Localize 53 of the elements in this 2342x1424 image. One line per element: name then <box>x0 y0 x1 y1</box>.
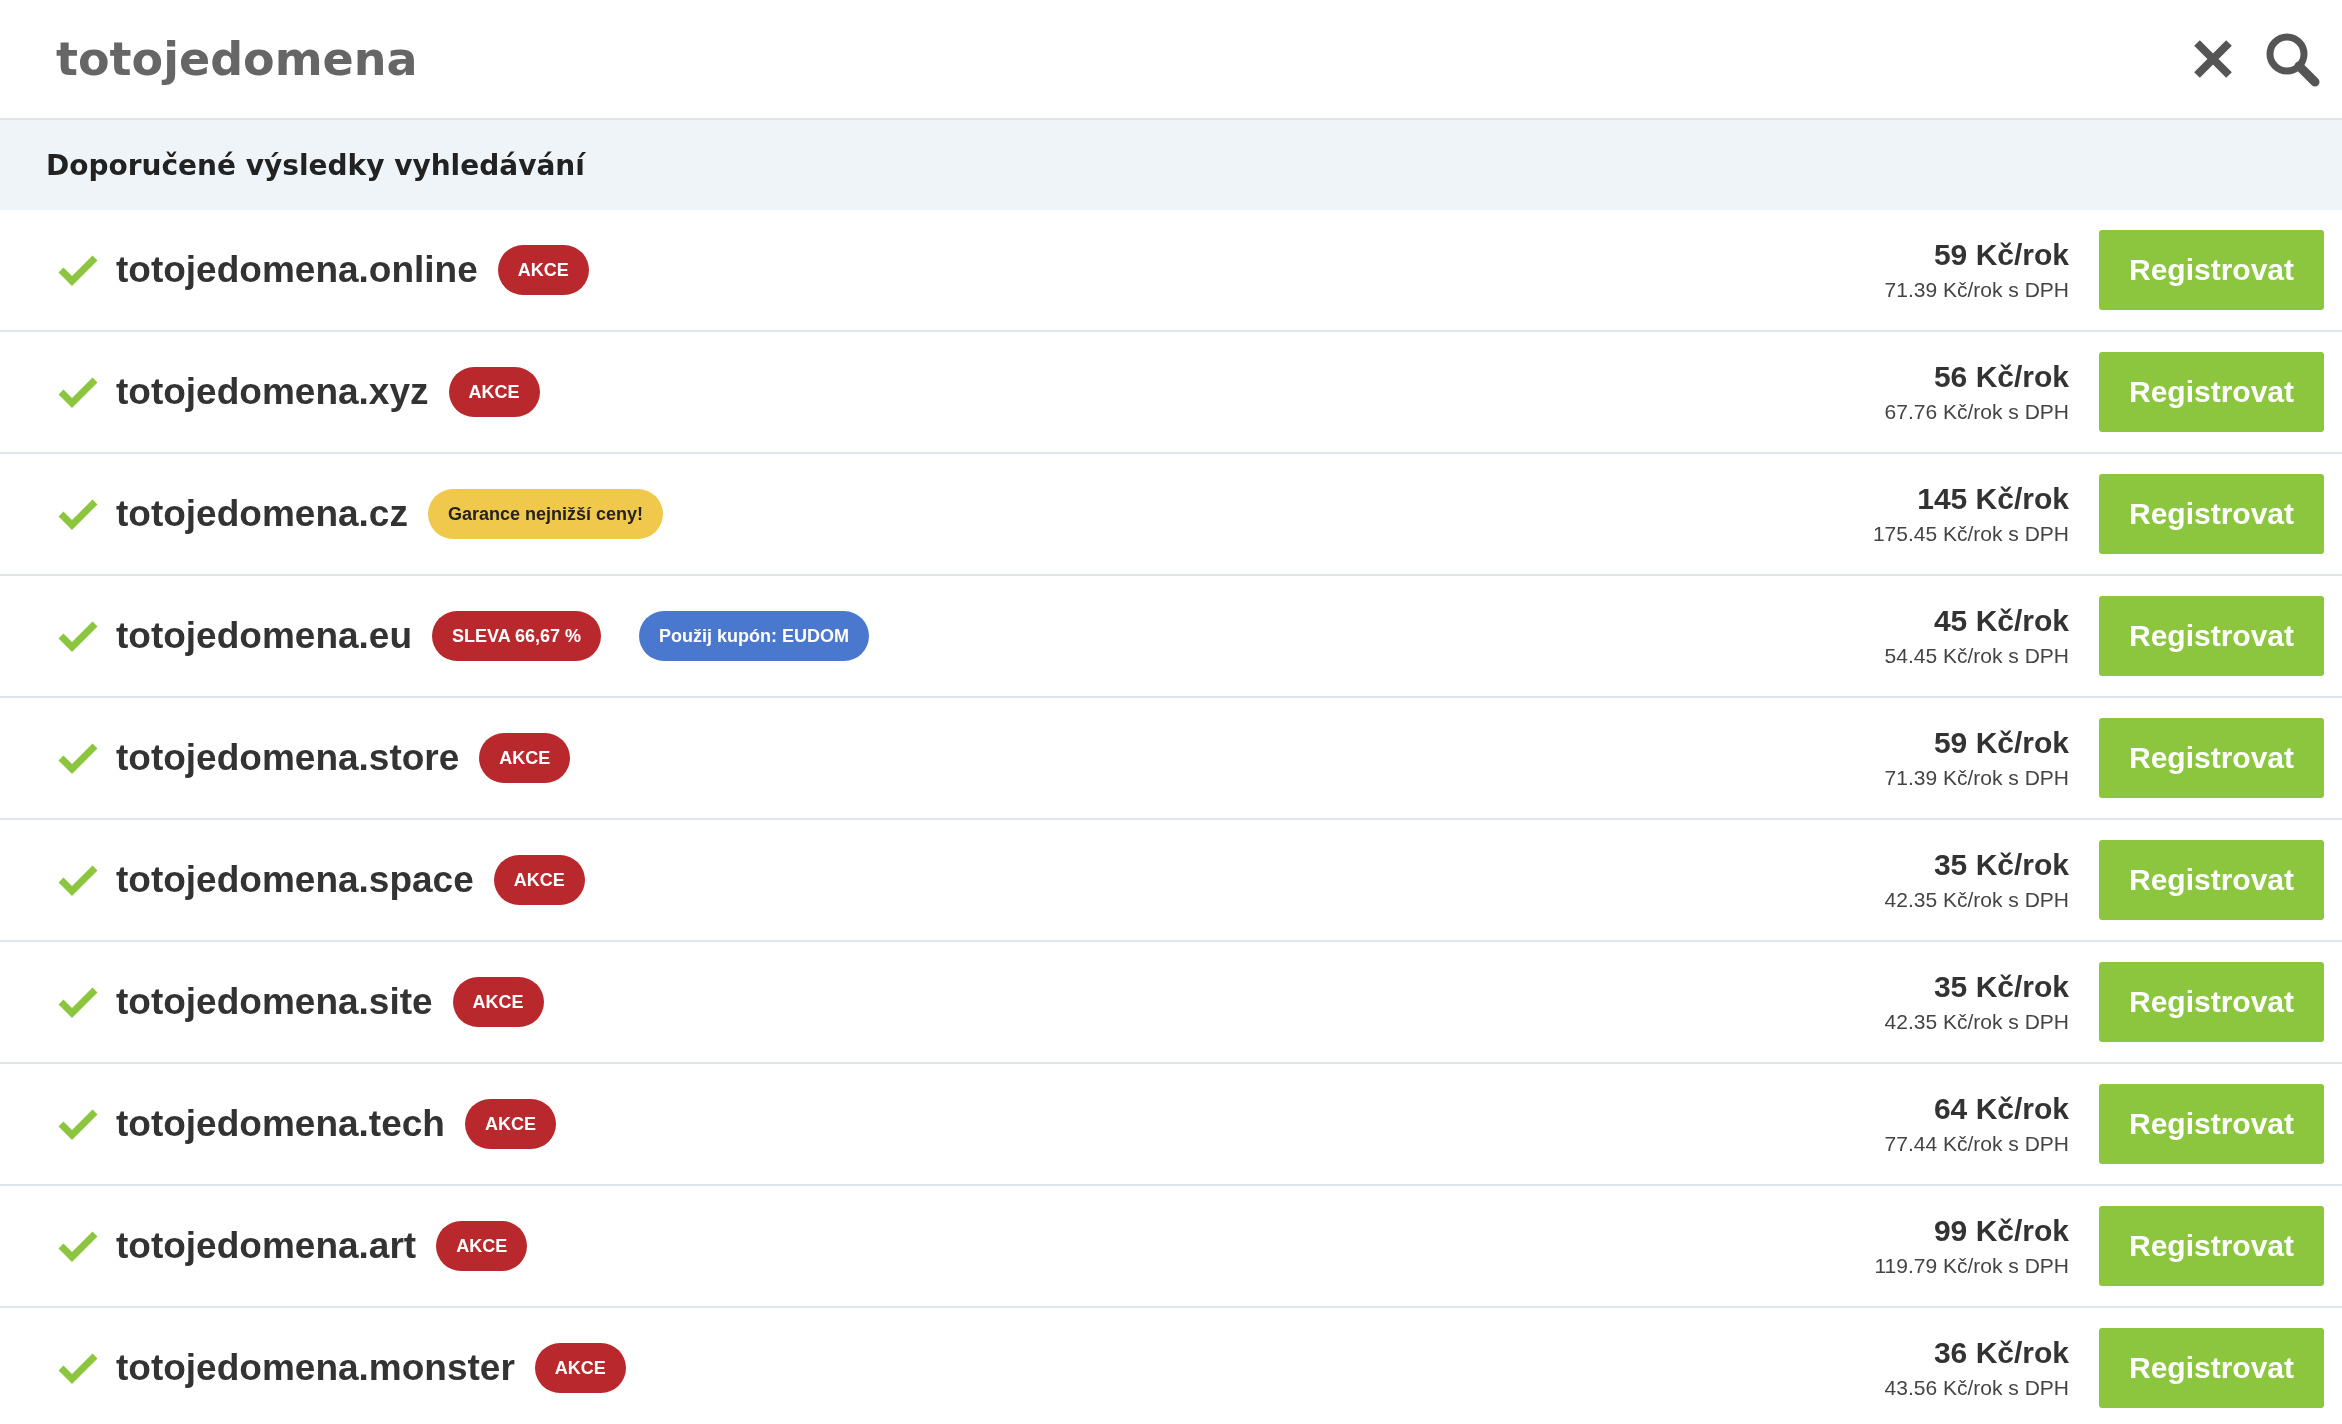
register-button[interactable]: Registrovat <box>2099 718 2324 798</box>
price-with-vat: 175.45 Kč/rok s DPH <box>1872 522 2069 546</box>
domain-name: totojedomena.tech <box>116 1103 445 1145</box>
price-with-vat: 71.39 Kč/rok s DPH <box>1884 278 2069 302</box>
price: 56 Kč/rok <box>1933 360 2069 394</box>
register-button[interactable]: Registrovat <box>2099 962 2324 1042</box>
price-with-vat: 43.56 Kč/rok s DPH <box>1884 1376 2069 1400</box>
register-button[interactable]: Registrovat <box>2099 230 2324 310</box>
domain-name: totojedomena.store <box>116 737 460 779</box>
register-button[interactable]: Registrovat <box>2099 596 2324 676</box>
search-field[interactable]: totojedomena <box>56 32 2166 86</box>
promo-badge: AKCE <box>452 977 544 1027</box>
register-button[interactable]: Registrovat <box>2099 1328 2324 1408</box>
price: 36 Kč/rok <box>1933 1336 2069 1370</box>
domain-name: totojedomena.online <box>116 249 478 291</box>
price-with-vat: 67.76 Kč/rok s DPH <box>1884 400 2069 424</box>
price: 59 Kč/rok <box>1933 726 2069 760</box>
domain-name: totojedomena.cz <box>116 493 408 535</box>
price: 59 Kč/rok <box>1933 238 2069 272</box>
promo-badge: AKCE <box>436 1221 528 1271</box>
register-button[interactable]: Registrovat <box>2099 1084 2324 1164</box>
promo-badge: AKCE <box>497 245 589 295</box>
price: 145 Kč/rok <box>1917 482 2069 516</box>
register-button[interactable]: Registrovat <box>2099 352 2324 432</box>
domain-name: totojedomena.monster <box>116 1347 515 1389</box>
promo-badge: AKCE <box>493 855 585 905</box>
promo-badge: AKCE <box>448 367 540 417</box>
domain-name: totojedomena.site <box>116 981 433 1023</box>
price-with-vat: 77.44 Kč/rok s DPH <box>1884 1132 2069 1156</box>
price: 45 Kč/rok <box>1933 604 2069 638</box>
domain-name: totojedomena.xyz <box>116 371 429 413</box>
domain-name: totojedomena.eu <box>116 615 413 657</box>
price: 35 Kč/rok <box>1933 970 2069 1004</box>
domain-name: totojedomena.art <box>116 1225 417 1267</box>
promo-badge: AKCE <box>534 1343 626 1393</box>
price: 99 Kč/rok <box>1933 1214 2069 1248</box>
price-with-vat: 119.79 Kč/rok s DPH <box>1874 1254 2069 1278</box>
price-with-vat: 71.39 Kč/rok s DPH <box>1884 766 2069 790</box>
price-with-vat: 42.35 Kč/rok s DPH <box>1884 888 2069 912</box>
promo-badge: SLEVA 66,67 % <box>432 611 602 661</box>
register-button[interactable]: Registrovat <box>2099 474 2324 554</box>
price-with-vat: 54.45 Kč/rok s DPH <box>1884 644 2069 668</box>
promo-badge: Použij kupón: EUDOM <box>639 611 870 661</box>
section-title: Doporučené výsledky vyhledávání <box>46 148 585 182</box>
price: 64 Kč/rok <box>1933 1092 2069 1126</box>
price-with-vat: 42.35 Kč/rok s DPH <box>1884 1010 2069 1034</box>
promo-badge: Garance nejnižší ceny! <box>427 489 663 539</box>
price: 35 Kč/rok <box>1933 848 2069 882</box>
promo-badge: AKCE <box>464 1099 556 1149</box>
promo-badge: AKCE <box>479 733 571 783</box>
register-button[interactable]: Registrovat <box>2099 1206 2324 1286</box>
domain-name: totojedomena.space <box>116 859 474 901</box>
register-button[interactable]: Registrovat <box>2099 840 2324 920</box>
